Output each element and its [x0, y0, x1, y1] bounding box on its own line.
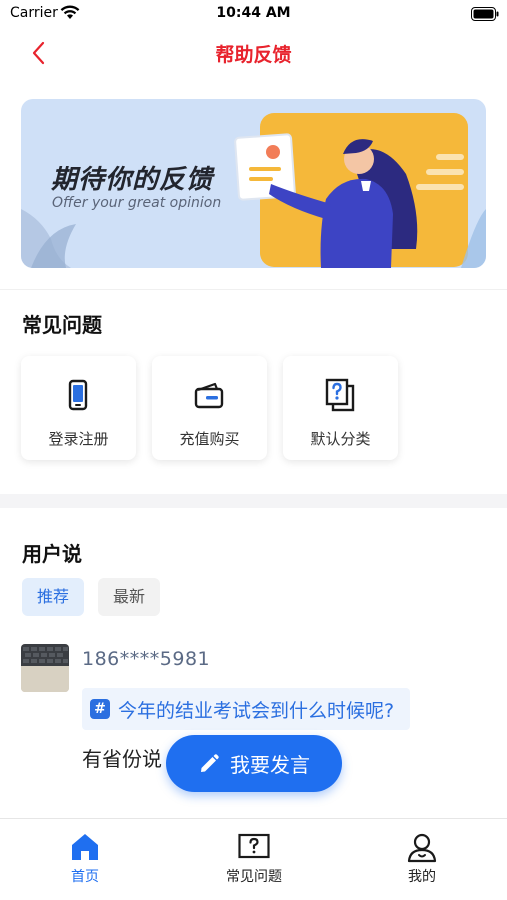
tabbar-item-mine[interactable]: 我的 [362, 819, 482, 900]
divider [0, 289, 507, 290]
faq-card-label: 登录注册 [48, 430, 109, 448]
fab-label: 我要发言 [230, 753, 310, 777]
faq-card-label: 默认分类 [310, 430, 371, 448]
wallet-icon [194, 382, 224, 409]
tabbar-item-faq[interactable]: 常见问题 [194, 819, 314, 900]
hashtag-icon: # [90, 699, 110, 719]
tabbar-label: 我的 [408, 869, 436, 885]
home-icon [72, 834, 98, 860]
nav-bar: 帮助反馈 [0, 28, 507, 78]
question-box-icon [238, 833, 270, 859]
banner-subtitle: Offer your great opinion [52, 195, 222, 211]
faq-card-login[interactable]: 登录注册 [21, 356, 136, 460]
topic-text: 今年的结业考试会到什么时候呢? [118, 699, 395, 722]
faq-card-default[interactable]: 默认分类 [283, 356, 398, 460]
status-time: 10:44 AM [216, 5, 291, 21]
banner-title: 期待你的反馈 [51, 165, 214, 195]
tab-recommend[interactable]: 推荐 [22, 578, 84, 616]
tabbar-label: 常见问题 [226, 869, 282, 885]
bottom-tab-bar: 首页 常见问题 我的 [0, 818, 507, 900]
section-divider [0, 494, 507, 508]
battery-icon [471, 7, 499, 21]
tabbar-item-home[interactable]: 首页 [25, 819, 145, 900]
user-says-title: 用户说 [22, 542, 82, 566]
faq-section-title: 常见问题 [22, 313, 102, 337]
post-fab-button[interactable]: 我要发言 [166, 735, 342, 792]
user-icon [407, 833, 437, 863]
topic-tag[interactable]: # 今年的结业考试会到什么时候呢? [82, 688, 411, 730]
page-title: 帮助反馈 [215, 44, 292, 66]
post-username[interactable]: 186****5981 [82, 648, 210, 670]
faq-card-purchase[interactable]: 充值购买 [152, 356, 267, 460]
avatar[interactable] [21, 644, 69, 692]
feedback-banner: 期待你的反馈 Offer your great opinion [21, 99, 486, 268]
phone-icon [68, 379, 88, 411]
question-docs-icon [325, 378, 355, 412]
tab-latest[interactable]: 最新 [98, 578, 160, 616]
tabbar-label: 首页 [71, 869, 99, 885]
pencil-icon [201, 753, 219, 772]
status-bar: Carrier 10:44 AM [0, 0, 507, 28]
faq-card-label: 充值购买 [179, 430, 240, 448]
avatar-image [21, 644, 69, 692]
